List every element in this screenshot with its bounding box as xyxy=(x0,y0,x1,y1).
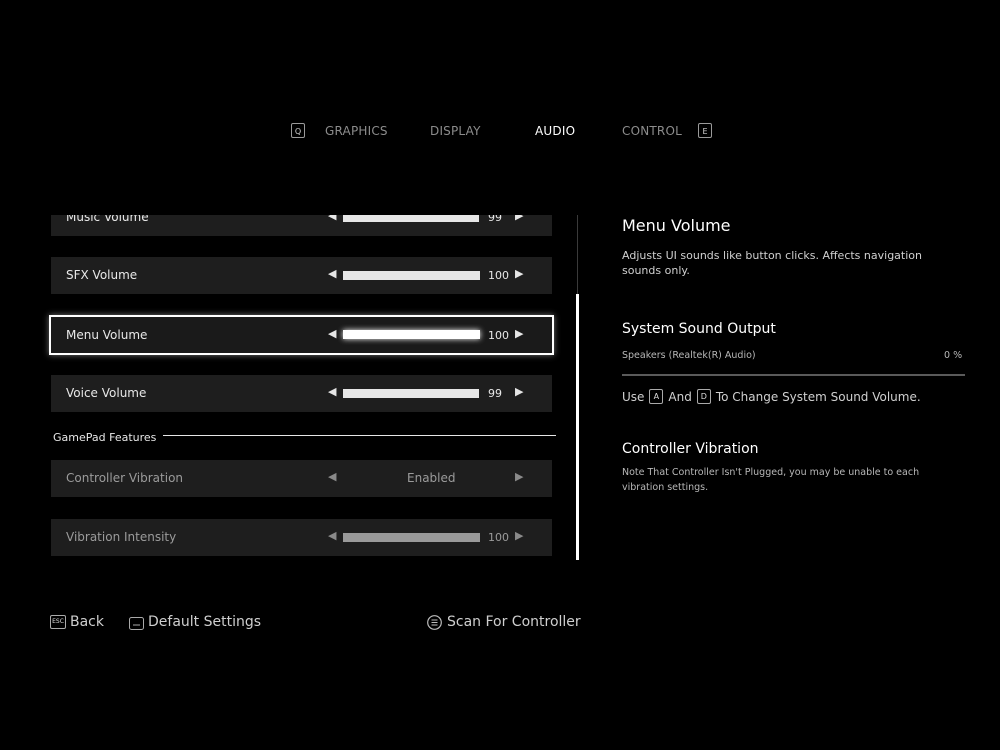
setting-label: Menu Volume xyxy=(66,328,148,342)
output-device-level: 0 % xyxy=(944,350,963,361)
back-button[interactable]: Back xyxy=(70,614,104,630)
option-value: Enabled xyxy=(407,471,456,485)
section-header-gamepad: GamePad Features xyxy=(53,431,157,444)
system-sound-title: System Sound Output xyxy=(622,321,776,337)
arrow-right-icon[interactable]: ▶ xyxy=(515,267,523,280)
vibration-info-description: Note That Controller Isn't Plugged, you … xyxy=(622,467,920,493)
hint-text: Use xyxy=(622,389,645,404)
setting-row-controller-vibration[interactable]: Controller Vibration ◀ Enabled ▶ xyxy=(51,460,552,497)
setting-value: 100 xyxy=(488,329,509,342)
volume-slider[interactable] xyxy=(343,389,480,398)
system-volume-bar xyxy=(622,374,965,376)
arrow-right-icon[interactable]: ▶ xyxy=(515,385,523,398)
tab-audio[interactable]: AUDIO xyxy=(535,124,575,138)
arrow-left-icon[interactable]: ◀ xyxy=(328,215,336,222)
prev-tab-key-icon[interactable]: Q xyxy=(291,123,305,138)
next-tab-key-icon[interactable]: E xyxy=(698,123,712,138)
system-volume-hint: Use A And D To Change System Sound Volume. xyxy=(622,389,921,405)
esc-key-label: ESC xyxy=(50,615,66,629)
arrow-left-icon[interactable]: ◀ xyxy=(328,267,336,280)
setting-row-music-volume[interactable]: Music Volume ◀ 99 ▶ xyxy=(51,215,552,236)
hint-text: And xyxy=(668,389,692,404)
menu-button-icon xyxy=(427,615,442,634)
output-device-name: Speakers (Realtek(R) Audio) xyxy=(622,350,756,361)
setting-value: 99 xyxy=(488,215,502,224)
setting-row-vibration-intensity[interactable]: Vibration Intensity ◀ 100 ▶ xyxy=(51,519,552,556)
setting-label: SFX Volume xyxy=(66,268,138,282)
volume-slider[interactable] xyxy=(343,330,480,339)
arrow-left-icon[interactable]: ◀ xyxy=(328,385,336,398)
setting-value: 99 xyxy=(488,387,502,400)
arrow-left-icon[interactable]: ◀ xyxy=(328,470,336,483)
setting-row-voice-volume[interactable]: Voice Volume ◀ 99 ▶ xyxy=(51,375,552,412)
hint-text: To Change System Sound Volume. xyxy=(715,389,921,404)
settings-list[interactable]: Music Volume ◀ 99 ▶ SFX Volume ◀ 100 ▶ M… xyxy=(0,215,570,565)
setting-row-menu-volume[interactable]: Menu Volume ◀ 100 ▶ xyxy=(49,315,554,355)
intensity-slider[interactable] xyxy=(343,533,480,542)
tab-control[interactable]: CONTROL xyxy=(622,124,682,138)
scrollbar-thumb[interactable] xyxy=(576,294,579,560)
arrow-left-icon[interactable]: ◀ xyxy=(328,529,336,542)
arrow-right-icon[interactable]: ▶ xyxy=(515,327,523,340)
setting-label: Controller Vibration xyxy=(66,471,184,485)
info-title: Menu Volume xyxy=(622,216,731,235)
key-d-icon: D xyxy=(696,389,711,404)
volume-slider[interactable] xyxy=(343,271,480,280)
arrow-right-icon[interactable]: ▶ xyxy=(515,215,523,222)
tab-graphics[interactable]: GRAPHICS xyxy=(325,124,388,138)
vibration-info-title: Controller Vibration xyxy=(622,441,759,457)
info-description: Adjusts UI sounds like button clicks. Af… xyxy=(622,249,922,277)
arrow-right-icon[interactable]: ▶ xyxy=(515,529,523,542)
section-divider xyxy=(163,435,556,436)
keyboard-key-icon xyxy=(129,615,144,634)
tab-display[interactable]: DISPLAY xyxy=(430,124,481,138)
key-a-icon: A xyxy=(649,389,664,404)
scan-controller-button[interactable]: Scan For Controller xyxy=(447,614,581,630)
setting-label: Vibration Intensity xyxy=(66,530,177,544)
arrow-right-icon[interactable]: ▶ xyxy=(515,470,523,483)
volume-slider[interactable] xyxy=(343,215,480,222)
default-settings-button[interactable]: Default Settings xyxy=(148,614,261,630)
setting-label: Voice Volume xyxy=(66,386,147,400)
setting-row-sfx-volume[interactable]: SFX Volume ◀ 100 ▶ xyxy=(51,257,552,294)
setting-value: 100 xyxy=(488,269,509,282)
settings-tab-bar: Q GRAPHICS DISPLAY AUDIO CONTROL E xyxy=(0,121,1000,141)
esc-key-icon: ESC xyxy=(50,615,66,629)
setting-value: 100 xyxy=(488,531,509,544)
setting-label: Music Volume xyxy=(66,215,149,224)
arrow-left-icon[interactable]: ◀ xyxy=(328,327,336,340)
